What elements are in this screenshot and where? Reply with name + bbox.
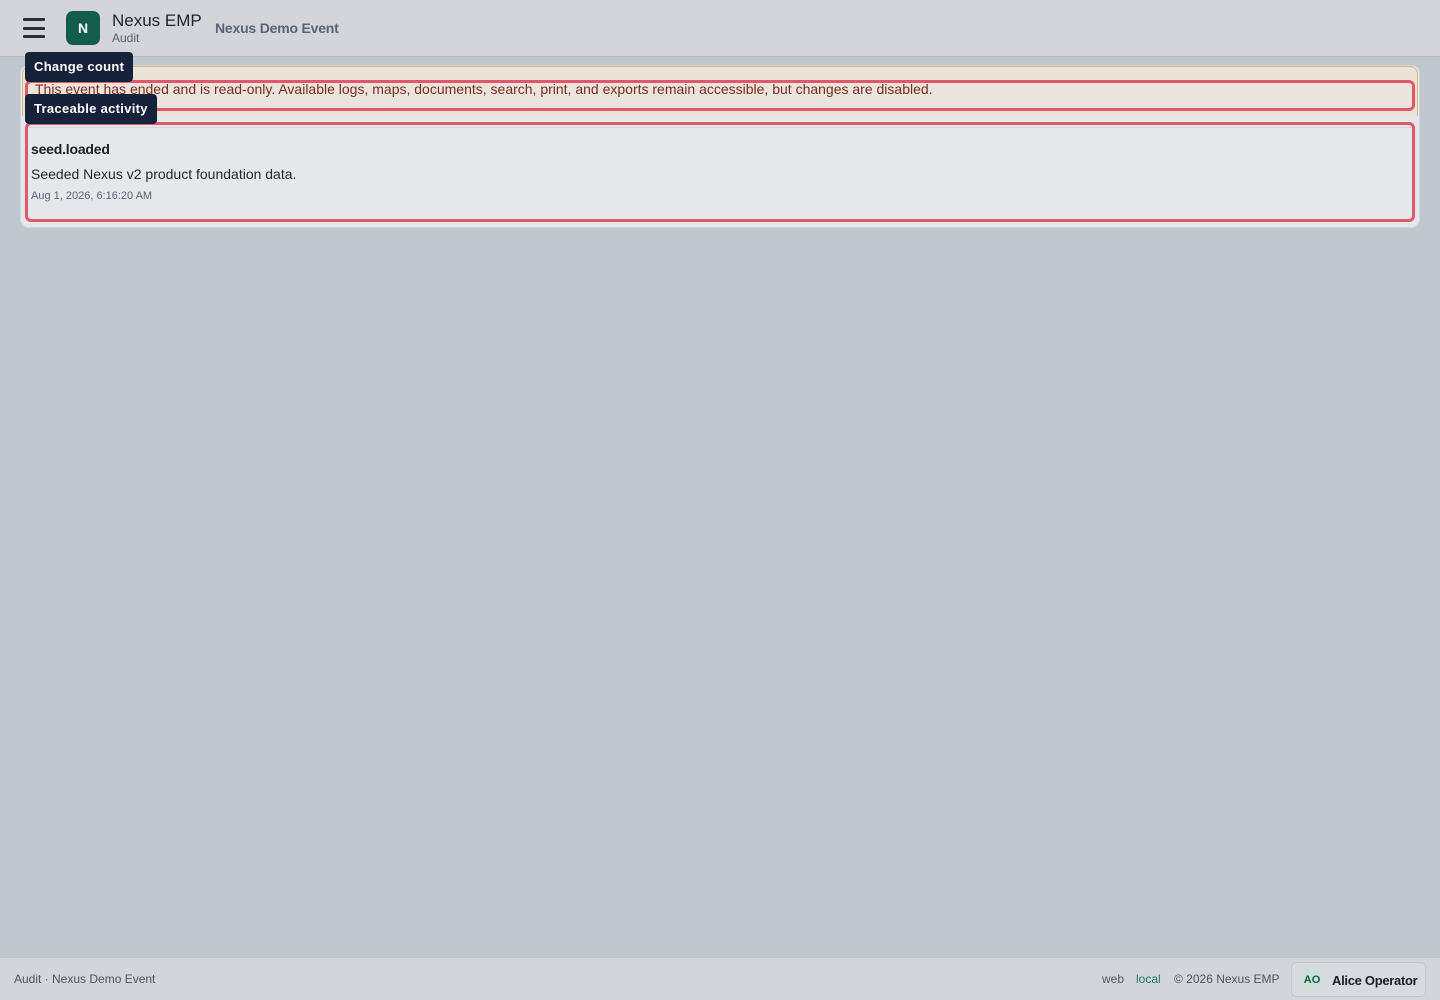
footer-breadcrumb: Audit · Nexus Demo Event — [14, 972, 156, 986]
app-logo: N — [66, 11, 100, 45]
activity-timestamp: Aug 1, 2026, 6:16:20 AM — [31, 190, 153, 202]
user-menu-button[interactable]: AO Alice Operator — [1291, 962, 1426, 997]
footer-copyright: © 2026 Nexus EMP — [1174, 972, 1280, 986]
activity-description: Seeded Nexus v2 product foundation data. — [31, 166, 297, 182]
event-name: Nexus Demo Event — [215, 20, 339, 36]
hamburger-icon[interactable] — [22, 16, 46, 40]
avatar: AO — [1300, 968, 1324, 992]
footer: Audit · Nexus Demo Event web local © 202… — [0, 958, 1440, 1000]
top-bar: N Nexus EMP Audit Nexus Demo Event — [0, 0, 1440, 57]
brand-title: Nexus EMP — [112, 11, 202, 30]
read-only-banner-text: This event has ended and is read-only. A… — [35, 81, 933, 97]
footer-env-local: local — [1136, 972, 1161, 986]
activity-name: seed.loaded — [31, 141, 110, 157]
divider — [29, 127, 1411, 128]
user-name: Alice Operator — [1332, 973, 1418, 988]
footer-env-web: web — [1102, 972, 1125, 986]
brand-subtitle: Audit — [112, 31, 140, 45]
traceable-activity-tooltip: Traceable activity — [25, 94, 157, 124]
change-count-tooltip: Change count — [25, 52, 134, 82]
